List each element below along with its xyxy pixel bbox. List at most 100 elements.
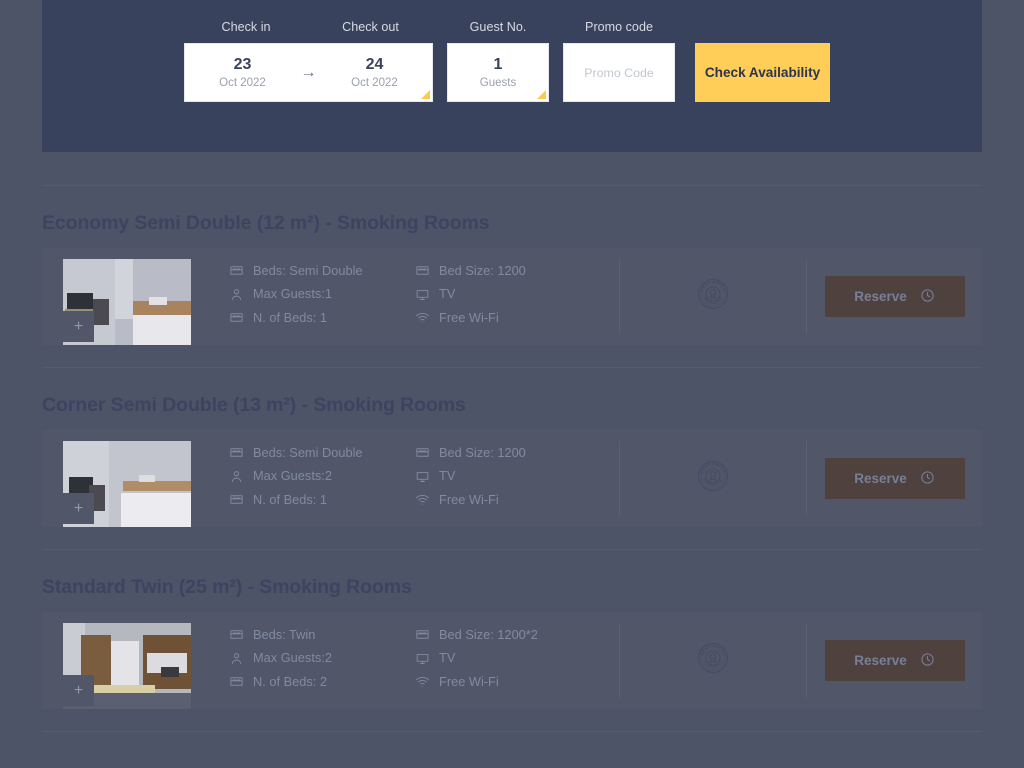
amenities-column-1: Beds: Twin Max Guests:2 N. of Beds: 2 [207,612,393,709]
best-price-badge-cell: BEST PRICE GUARANTEE [620,248,806,345]
check-availability-button[interactable]: Check Availability [695,43,830,102]
expand-photos-button[interactable]: + [63,311,94,342]
amenity-label: Free Wi-Fi [439,673,499,689]
person-icon [229,651,244,666]
reserve-button[interactable]: Reserve [824,640,965,681]
best-price-guarantee-badge: BEST PRICE GUARANTEE [691,454,735,503]
svg-text:BEST PRICE: BEST PRICE [700,644,727,656]
promo-code-group: Promo code [563,20,675,102]
guest-number-label: Guest No. [469,20,527,34]
reserve-button[interactable]: Reserve [824,458,965,499]
amenity-item: Beds: Semi Double [229,263,393,278]
tv-icon [415,469,430,484]
clock-icon [920,288,935,306]
amenity-label: TV [439,468,456,483]
tv-icon [415,651,430,666]
wifi-icon [415,310,430,325]
amenity-item: Beds: Twin [229,627,393,642]
clock-icon [920,652,935,670]
amenity-item: N. of Beds: 2 [229,674,393,689]
bed-icon [415,627,430,642]
checkin-value[interactable]: 23 Oct 2022 [197,55,289,90]
bed-icon [229,674,244,689]
guest-count: 1 [493,56,503,73]
room-list: Economy Semi Double (12 m²) - Smoking Ro… [42,152,982,732]
expand-photos-button[interactable]: + [63,675,94,706]
reserve-button-label: Reserve [854,289,907,304]
best-price-badge-cell: BEST PRICE GUARANTEE [620,430,806,527]
amenity-label: Bed Size: 1200 [439,444,526,460]
amenities-column-1: Beds: Semi Double Max Guests:2 N. of Beds:… [207,430,393,527]
date-range-group: Check in Check out 23 Oct 2022 → 24 Oct … [184,20,433,102]
amenity-item: Bed Size: 1200 [415,263,619,278]
amenity-label: Bed Size: 1200 [439,262,526,278]
room-thumbnail-wrap[interactable]: + [63,623,191,709]
bed-icon [415,445,430,460]
checkout-value[interactable]: 24 Oct 2022 [329,55,421,90]
bed-icon [415,263,430,278]
promo-code-field[interactable] [563,43,675,102]
amenity-item: Max Guests:1 [229,287,393,302]
amenities-column-1: Beds: Semi Double Max Guests:1 N. of Beds:… [207,248,393,345]
date-arrow-icon: → [300,63,317,81]
amenity-label: N. of Beds: 1 [253,309,327,325]
checkout-label: Check out [342,20,399,34]
reserve-button-label: Reserve [854,471,907,486]
room-section: Standard Twin (25 m²) - Smoking Rooms + … [42,550,982,732]
best-price-badge-cell: BEST PRICE GUARANTEE [620,612,806,709]
room-card: + Beds: Semi Double Max Guests:1 N. of Bed… [42,248,982,345]
date-range-field[interactable]: 23 Oct 2022 → 24 Oct 2022 [184,43,433,102]
amenity-item: Free Wi-Fi [415,310,619,325]
room-section: Corner Semi Double (13 m²) - Smoking Roo… [42,368,982,550]
wifi-icon [415,492,430,507]
guest-field-corner-marker [537,90,546,99]
tv-icon [415,287,430,302]
amenity-item: Max Guests:2 [229,651,393,666]
checkin-label: Check in [221,20,271,34]
amenity-item: TV [415,287,619,302]
amenity-label: Beds: Semi Double [253,262,363,278]
amenities-column-2: Bed Size: 1200*2 TV Free Wi-Fi [393,612,619,709]
amenities-column-2: Bed Size: 1200 TV Free Wi-Fi [393,430,619,527]
promo-code-input[interactable] [564,44,674,101]
amenity-label: N. of Beds: 1 [253,491,327,507]
amenity-label: TV [439,650,456,665]
clock-icon [920,470,935,488]
booking-search-bar: Check in Check out 23 Oct 2022 → 24 Oct … [42,0,982,152]
amenity-label: Bed Size: 1200*2 [439,626,538,642]
checkout-day: 24 [365,56,384,73]
reserve-cell: Reserve [807,430,982,527]
person-icon [229,287,244,302]
room-section-divider [42,731,982,732]
reserve-cell: Reserve [807,248,982,345]
amenity-item: Bed Size: 1200*2 [415,627,619,642]
room-title: Corner Semi Double (13 m²) - Smoking Roo… [42,394,466,416]
reserve-button[interactable]: Reserve [824,276,965,317]
expand-photos-button[interactable]: + [63,493,94,524]
check-availability-group: Check Availability [695,20,830,102]
amenity-item: Free Wi-Fi [415,492,619,507]
amenity-label: Max Guests:2 [253,468,332,483]
amenity-item: TV [415,469,619,484]
date-field-corner-marker [421,90,430,99]
amenity-label: Beds: Semi Double [253,444,363,460]
guest-number-field[interactable]: 1 Guests [447,43,549,102]
room-thumbnail-wrap[interactable]: + [63,259,191,345]
checkout-month-year: Oct 2022 [351,77,398,89]
room-section: Economy Semi Double (12 m²) - Smoking Ro… [42,186,982,368]
bed-icon [229,445,244,460]
reserve-button-label: Reserve [854,653,907,668]
amenity-item: N. of Beds: 1 [229,492,393,507]
room-thumbnail-wrap[interactable]: + [63,441,191,527]
guest-unit-label: Guests [479,77,517,89]
bed-icon [229,627,244,642]
amenity-label: Free Wi-Fi [439,491,499,507]
best-price-guarantee-badge: BEST PRICE GUARANTEE [691,636,735,685]
room-title: Standard Twin (25 m²) - Smoking Rooms [42,576,412,598]
amenity-label: Max Guests:1 [253,286,332,301]
amenity-item: Max Guests:2 [229,469,393,484]
amenity-label: Max Guests:2 [253,650,332,665]
svg-text:BEST PRICE: BEST PRICE [700,462,727,474]
svg-text:BEST PRICE: BEST PRICE [700,280,727,292]
room-title: Economy Semi Double (12 m²) - Smoking Ro… [42,212,490,234]
